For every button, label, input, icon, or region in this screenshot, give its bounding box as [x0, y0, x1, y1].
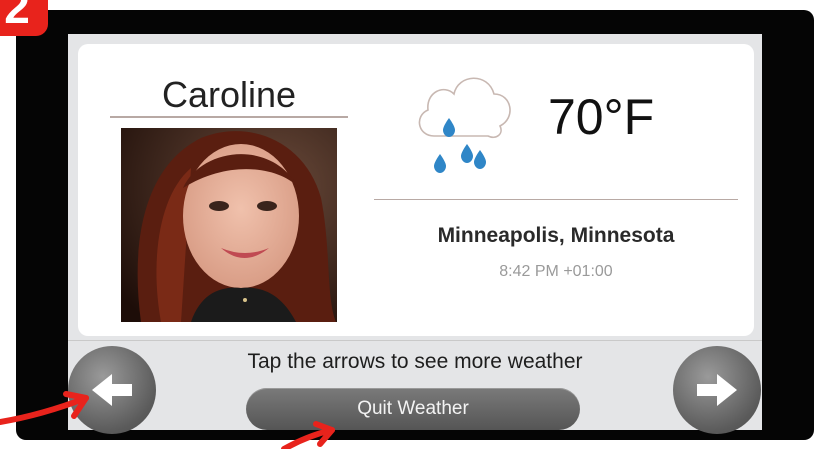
arrow-right-icon [697, 374, 737, 406]
user-photo [121, 128, 337, 322]
weather-card: Caroline 70°F Minneapolis, Minnesota 8:4… [78, 44, 754, 336]
divider [68, 340, 762, 341]
annotation-arrow-left [0, 391, 89, 425]
annotation-arrow-quit [281, 421, 335, 449]
location-name: Minneapolis, Minnesota [437, 224, 675, 247]
user-name: Caroline [161, 74, 297, 115]
rain-cloud-icon [408, 64, 520, 176]
divider [374, 199, 738, 200]
local-time: 8:42 PM +01:00 [499, 263, 613, 280]
step-number-badge: 2 [0, 0, 48, 36]
temperature-reading: 70°F [548, 89, 655, 145]
divider [110, 116, 348, 118]
navigation-hint: Tap the arrows to see more weather [247, 350, 583, 373]
next-weather-button[interactable] [673, 346, 761, 434]
weather-screen: Caroline 70°F Minneapolis, Minnesota 8:4… [68, 34, 762, 430]
